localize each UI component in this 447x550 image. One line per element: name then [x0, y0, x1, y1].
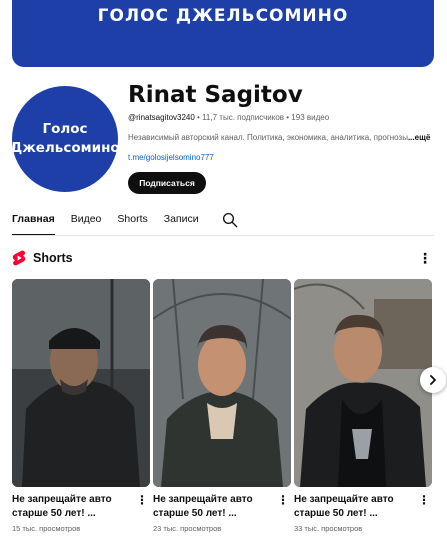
channel-tabs: Главная Видео Shorts Записи — [12, 208, 239, 236]
channel-link[interactable]: t.me/golosijelsomino777 — [128, 153, 214, 162]
tab-shorts[interactable]: Shorts — [117, 208, 147, 236]
short-more-icon[interactable]: ⋮ — [418, 493, 430, 507]
channel-meta: @rinatsagitov3240 • 11,7 тыс. подписчико… — [128, 113, 329, 122]
avatar-text: Голос Джельсомино — [10, 120, 119, 158]
shorts-section-header: Shorts — [12, 250, 73, 266]
short-thumbnail-image — [12, 279, 150, 487]
short-title[interactable]: Не запрещайте авто старше 50 лет! ... — [153, 493, 275, 521]
channel-handle: @rinatsagitov3240 — [128, 113, 195, 122]
tab-home[interactable]: Главная — [12, 208, 55, 236]
short-thumbnail-image — [153, 279, 291, 487]
carousel-next-button[interactable] — [420, 367, 446, 393]
subscribe-button[interactable]: Подписаться — [128, 172, 206, 194]
short-thumbnail-image — [294, 279, 432, 487]
short-thumbnail[interactable] — [12, 279, 150, 487]
channel-avatar[interactable]: Голос Джельсомино — [10, 86, 120, 192]
short-title[interactable]: Не запрещайте авто старше 50 лет! ... — [294, 493, 416, 521]
short-views: 33 тыс. просмотров — [294, 524, 363, 533]
short-views: 23 тыс. просмотров — [153, 524, 222, 533]
short-more-icon[interactable]: ⋮ — [136, 493, 148, 507]
avatar-text-line1: Голос — [42, 121, 88, 137]
short-title[interactable]: Не запрещайте авто старше 50 лет! ... — [12, 493, 134, 521]
short-thumbnail[interactable] — [294, 279, 432, 487]
chevron-right-icon — [430, 375, 436, 385]
channel-description-row[interactable]: Независимый авторский канал. Политика, э… — [128, 133, 433, 142]
avatar-text-line2: Джельсомино — [10, 140, 120, 156]
description-more-link[interactable]: ...ещё — [408, 133, 430, 142]
short-more-icon[interactable]: ⋮ — [277, 493, 289, 507]
shorts-section-title: Shorts — [33, 251, 73, 265]
short-views: 15 тыс. просмотров — [12, 524, 81, 533]
channel-description: Независимый авторский канал. Политика, э… — [128, 133, 408, 142]
shorts-more-icon[interactable]: ⋮ — [418, 251, 432, 265]
channel-banner: ГОЛОС ДЖЕЛЬСОМИНО — [12, 0, 434, 67]
search-icon[interactable] — [221, 211, 239, 229]
short-card[interactable]: Не запрещайте авто старше 50 лет! ... 15… — [12, 279, 150, 533]
channel-stats: • 11,7 тыс. подписчиков • 193 видео — [194, 113, 330, 122]
shorts-logo-icon — [12, 250, 26, 266]
short-thumbnail[interactable] — [153, 279, 291, 487]
tab-videos[interactable]: Видео — [71, 208, 102, 236]
channel-name: Rinat Sagitov — [128, 82, 303, 108]
tabs-divider — [12, 235, 434, 236]
banner-text: ГОЛОС ДЖЕЛЬСОМИНО — [97, 6, 349, 26]
short-card[interactable]: Не запрещайте авто старше 50 лет! ... 33… — [294, 279, 432, 533]
short-card[interactable]: Не запрещайте авто старше 50 лет! ... 23… — [153, 279, 291, 533]
tab-posts[interactable]: Записи — [164, 208, 199, 236]
